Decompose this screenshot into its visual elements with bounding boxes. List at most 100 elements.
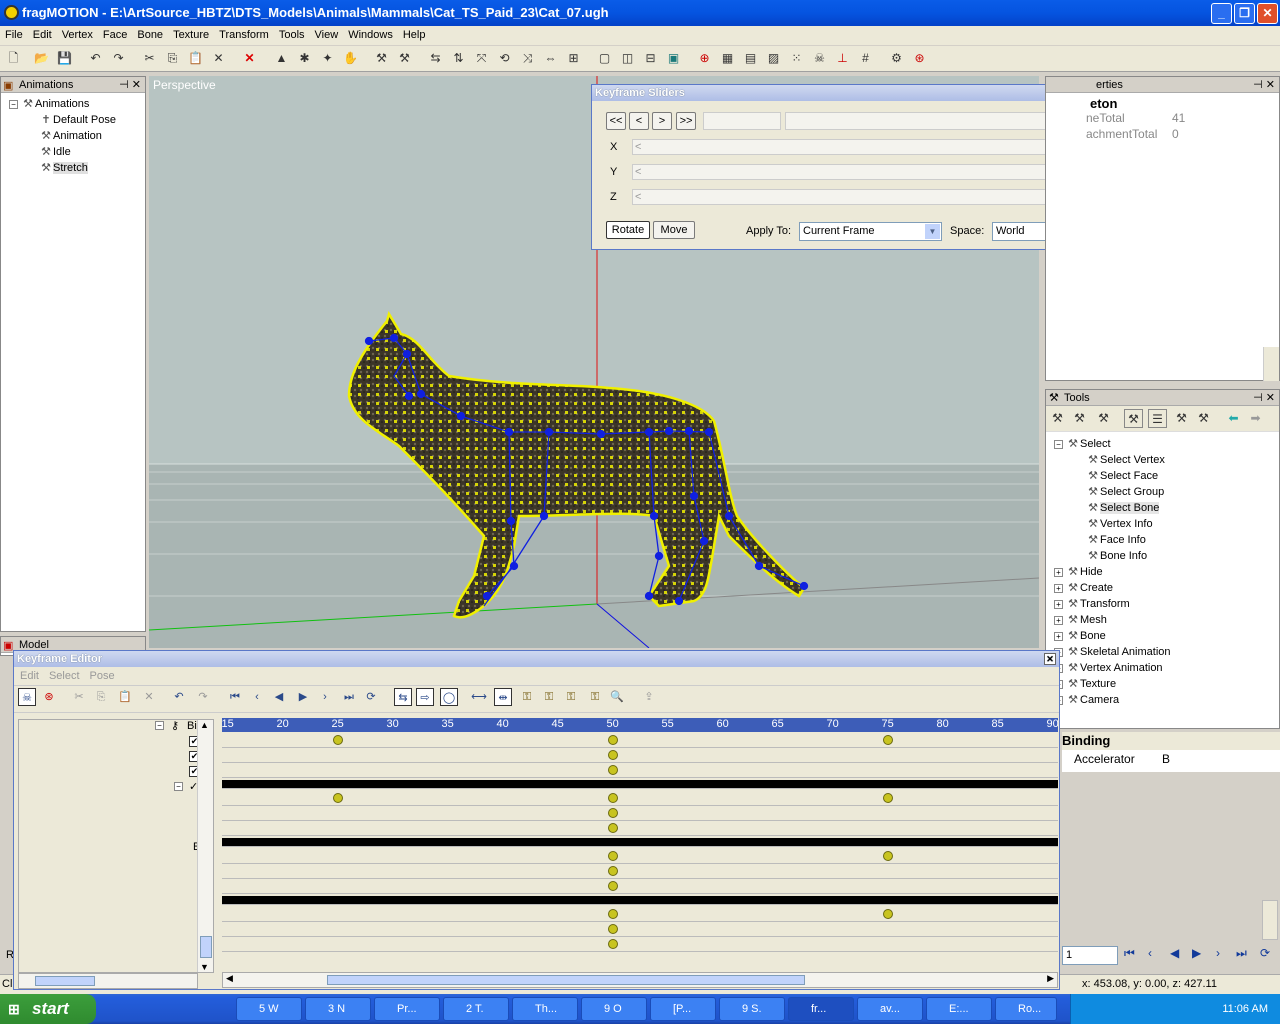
view-split-icon[interactable]: ◫ <box>618 49 637 68</box>
timeline-horizontal-scrollbar[interactable]: ◀ ▶ <box>222 972 1058 988</box>
x-slider[interactable]: <> <box>632 139 1080 155</box>
taskbar-button[interactable]: Pr... <box>374 997 440 1021</box>
help-wheel-icon[interactable]: ⊛ <box>910 49 929 68</box>
bone-select-icon[interactable]: ⚒ <box>395 49 414 68</box>
ke-menu-pose[interactable]: Pose <box>90 670 115 682</box>
view-quad-icon[interactable]: ⊟ <box>641 49 660 68</box>
track-row[interactable] <box>222 922 1058 937</box>
fit-range-icon[interactable]: ⇹ <box>494 688 512 706</box>
open-folder-icon[interactable]: 📂 <box>32 49 51 68</box>
window-titlebar[interactable]: fragMOTION - E:\ArtSource_HBTZ\DTS_Model… <box>0 0 1280 26</box>
first-frame-button[interactable]: << <box>606 112 626 130</box>
key-set-icon[interactable]: ⚿ <box>540 688 558 706</box>
tool-item-hide[interactable]: + ⚒ Hide <box>1046 564 1279 580</box>
key-curve-icon[interactable]: ◯ <box>440 688 458 706</box>
remove-icon[interactable]: ✕ <box>240 49 259 68</box>
tool-item-select[interactable]: − ⚒ Select <box>1046 436 1279 452</box>
tool-item-face-info[interactable]: ⚒ Face Info <box>1046 532 1279 548</box>
redo-icon[interactable]: ↷ <box>109 49 128 68</box>
panel-pin-close[interactable]: ⊣ ✕ <box>1253 390 1275 406</box>
mirror-icon[interactable]: ⇔ <box>541 49 560 68</box>
tree-item-idle[interactable]: ⚒ Idle <box>9 144 145 160</box>
play-icon[interactable]: ▶ <box>294 688 312 706</box>
menu-vertex[interactable]: Vertex <box>57 26 98 45</box>
back-arrow-icon[interactable]: ⬅ <box>1224 409 1243 428</box>
next-frame-button[interactable]: > <box>652 112 672 130</box>
track-row[interactable] <box>222 806 1058 821</box>
taskbar-button[interactable]: 5 W <box>236 997 302 1021</box>
settings-icon[interactable]: ⚙ <box>887 49 906 68</box>
tool-d-icon[interactable]: ⚒ <box>1124 409 1143 428</box>
copy-icon[interactable]: ⎘ <box>92 688 110 706</box>
expand-icon[interactable]: + <box>1054 567 1063 577</box>
taskbar-button[interactable]: 9 O <box>581 997 647 1021</box>
rotate-button[interactable]: Rotate <box>606 221 650 239</box>
redo-icon[interactable]: ↷ <box>194 688 212 706</box>
paint-tool-icon[interactable]: ✋ <box>341 49 360 68</box>
hide-icon[interactable]: ▨ <box>764 49 783 68</box>
frame-name-field[interactable] <box>785 112 1080 130</box>
new-file-icon[interactable]: 🗋 <box>4 49 23 68</box>
key-clear-icon[interactable]: ⚿ <box>586 688 604 706</box>
bones-view-icon[interactable]: ☠ <box>810 49 829 68</box>
tool-g-icon[interactable]: ⚒ <box>1194 409 1213 428</box>
menu-view[interactable]: View <box>310 26 344 45</box>
prev-key-icon[interactable]: ‹ <box>248 688 266 706</box>
z-slider-left-arrow[interactable]: < <box>635 191 641 203</box>
keyframe-marker[interactable] <box>882 735 893 745</box>
move-up-icon[interactable]: ⇅ <box>449 49 468 68</box>
panel-pin-close[interactable]: ⊣ ✕ <box>119 77 141 93</box>
z-slider[interactable]: <> <box>632 189 1080 205</box>
panel-pin-close[interactable]: ⊣ ✕ <box>1253 77 1275 93</box>
track-row[interactable] <box>222 821 1058 836</box>
scroll-thumb[interactable] <box>35 976 95 986</box>
forward-arrow-icon[interactable]: ➡ <box>1246 409 1265 428</box>
tool-item-select-group[interactable]: ⚒ Select Group <box>1046 484 1279 500</box>
first-frame-icon[interactable]: ⏮ <box>1124 946 1135 961</box>
apply-to-select[interactable]: Current Frame ▼ <box>799 222 942 241</box>
maximize-button[interactable]: ❐ <box>1234 3 1255 24</box>
play-icon[interactable]: ▶ <box>1192 946 1201 960</box>
paste-icon[interactable]: 📋 <box>186 49 205 68</box>
track-row[interactable] <box>222 907 1058 922</box>
track-row[interactable] <box>222 864 1058 879</box>
keyframe-marker[interactable] <box>332 735 343 745</box>
scroll-right-icon[interactable]: ▶ <box>1047 973 1054 984</box>
skeleton-icon[interactable]: ☠ <box>18 688 36 706</box>
track-group-row[interactable] <box>222 780 1058 789</box>
key-add-icon[interactable]: ⚿ <box>518 688 536 706</box>
taskbar-button[interactable]: 3 N <box>305 997 371 1021</box>
target-icon[interactable]: ⊕ <box>695 49 714 68</box>
vertices-icon[interactable]: ⁙ <box>787 49 806 68</box>
axes-icon[interactable]: ⊥ <box>833 49 852 68</box>
key-mode-icon[interactable]: ⇆ <box>394 688 412 706</box>
tree-item-animation[interactable]: ⚒ Animation <box>9 128 145 144</box>
tool-a-icon[interactable]: ⚒ <box>1048 409 1067 428</box>
menu-tools[interactable]: Tools <box>274 26 310 45</box>
scroll-down-icon[interactable]: ▼ <box>200 962 209 972</box>
taskbar-button[interactable]: E:... <box>926 997 992 1021</box>
keyframe-marker[interactable] <box>607 750 618 760</box>
record-icon[interactable]: ⊛ <box>40 688 58 706</box>
tree-root-animations[interactable]: − ⚒ Animations <box>9 96 145 112</box>
taskbar-button[interactable]: Ro... <box>995 997 1057 1021</box>
scroll-left-icon[interactable]: ◀ <box>226 973 233 984</box>
collapse-icon[interactable]: − <box>174 782 183 791</box>
tool-item-vertex-info[interactable]: ⚒ Vertex Info <box>1046 516 1279 532</box>
tool-item-bone-info[interactable]: ⚒ Bone Info <box>1046 548 1279 564</box>
track-row[interactable] <box>222 791 1058 806</box>
keyframe-marker[interactable] <box>607 909 618 919</box>
frame-field[interactable] <box>703 112 781 130</box>
tool-item-bone[interactable]: + ⚒ Bone <box>1046 628 1279 644</box>
tool-e-icon[interactable]: ☰ <box>1148 409 1167 428</box>
keyframe-marker[interactable] <box>607 735 618 745</box>
cut-icon[interactable]: ✂ <box>70 688 88 706</box>
key-remove-icon[interactable]: ⚿ <box>562 688 580 706</box>
chevron-down-icon[interactable]: ▼ <box>925 224 940 239</box>
tool-item-skeletal-animation[interactable]: +⚒Skeletal Animation <box>1046 644 1279 660</box>
start-button[interactable]: ⊞ start <box>0 994 96 1024</box>
menu-windows[interactable]: Windows <box>343 26 398 45</box>
zoom-icon[interactable]: 🔍 <box>608 688 626 706</box>
menu-help[interactable]: Help <box>398 26 431 45</box>
loop-icon[interactable]: ⟳ <box>362 688 380 706</box>
